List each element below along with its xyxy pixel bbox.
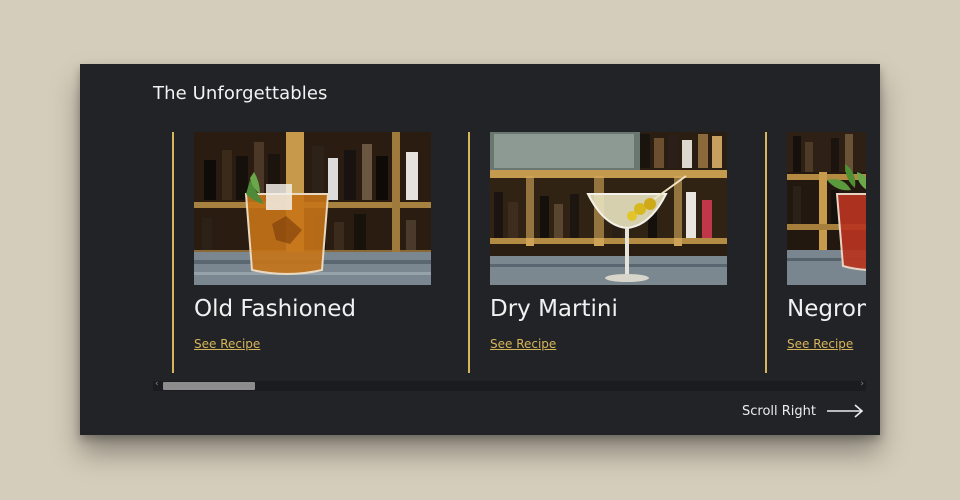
cocktail-card-negroni: Negroni See Recipe (765, 132, 866, 373)
arrow-right-icon (827, 404, 864, 418)
dry-martini-photo[interactable] (490, 132, 727, 285)
carousel-panel: The Unforgettables Old Fashioned See Rec… (80, 64, 880, 435)
scroll-left-arrow-icon[interactable]: ‹ (155, 379, 159, 389)
cocktail-card-old-fashioned: Old Fashioned See Recipe (172, 132, 434, 373)
section-title: The Unforgettables (153, 83, 328, 104)
cocktail-card-dry-martini: Dry Martini See Recipe (468, 132, 730, 373)
scroll-right-label: Scroll Right (742, 403, 817, 419)
old-fashioned-photo[interactable] (194, 132, 431, 285)
horizontal-scrollbar[interactable]: ‹ › (153, 379, 866, 391)
carousel-track: Old Fashioned See Recipe Dry Martini See… (172, 132, 866, 373)
cocktail-name: Old Fashioned (194, 296, 356, 322)
scrollbar-thumb[interactable] (163, 382, 255, 390)
see-recipe-link[interactable]: See Recipe (787, 337, 853, 351)
cocktail-name: Negroni (787, 296, 866, 322)
scroll-right-arrow-icon[interactable]: › (860, 379, 864, 389)
scroll-right-button[interactable]: Scroll Right (742, 401, 864, 421)
see-recipe-link[interactable]: See Recipe (490, 337, 556, 351)
cocktail-name: Dry Martini (490, 296, 618, 322)
negroni-photo[interactable] (787, 132, 866, 285)
see-recipe-link[interactable]: See Recipe (194, 337, 260, 351)
carousel-viewport[interactable]: Old Fashioned See Recipe Dry Martini See… (172, 132, 866, 373)
